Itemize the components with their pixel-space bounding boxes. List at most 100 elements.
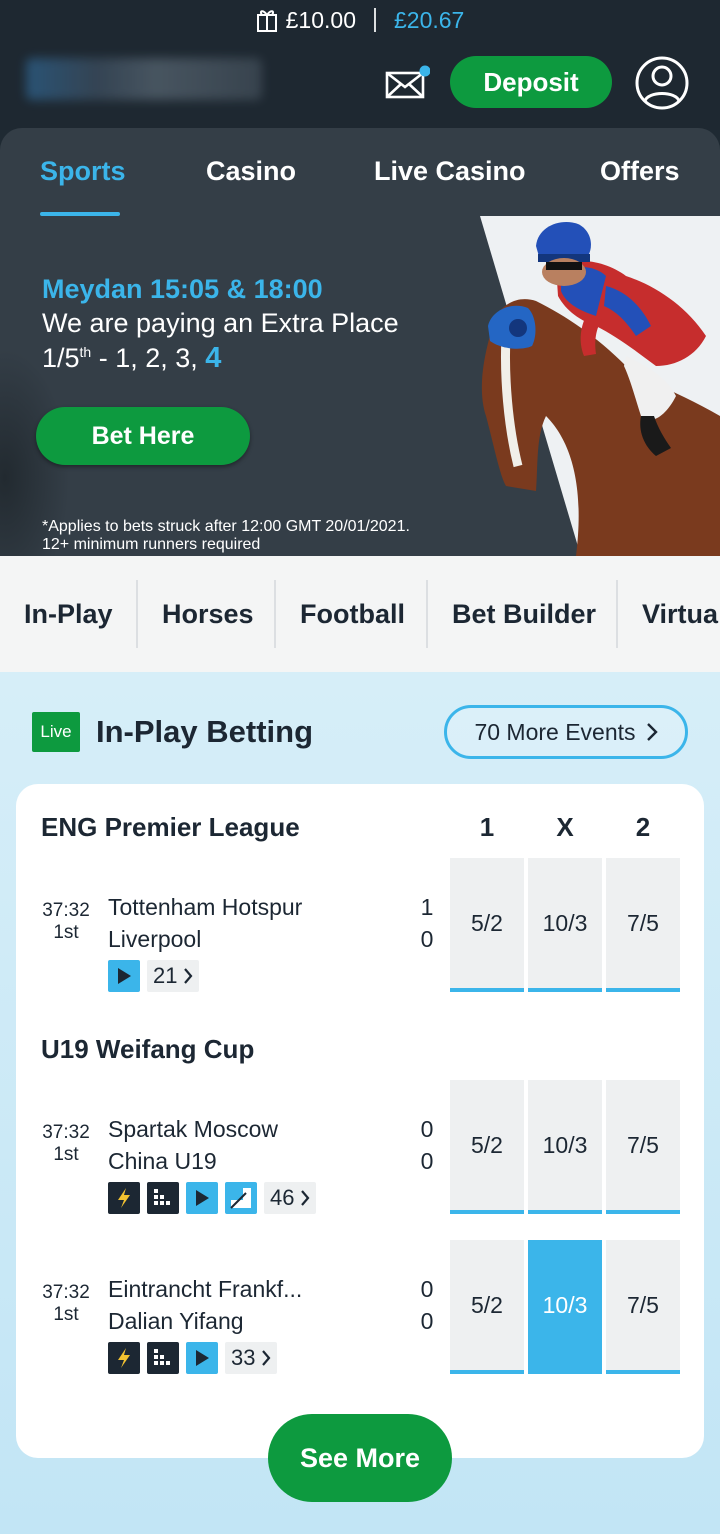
balance-divider bbox=[374, 8, 376, 32]
odds-button-away[interactable]: 7/5 bbox=[606, 1080, 680, 1214]
home-score: 0 bbox=[420, 1276, 434, 1302]
chevron-right-icon bbox=[262, 1350, 271, 1366]
league-title: U19 Weifang Cup bbox=[41, 1034, 255, 1064]
sport-tab-virtuals[interactable]: Virtua bbox=[642, 556, 718, 672]
tab-sports[interactable]: Sports bbox=[40, 156, 126, 187]
match-row[interactable]: 37:32 1st Spartak Moscow China U19 0 0 4… bbox=[16, 1080, 704, 1214]
mail-icon[interactable] bbox=[384, 64, 430, 100]
chevron-right-icon bbox=[301, 1190, 310, 1206]
active-tab-indicator bbox=[40, 212, 120, 216]
odds-button-draw[interactable]: 10/3 bbox=[528, 858, 602, 992]
away-team: Dalian Yifang bbox=[108, 1308, 244, 1334]
in-play-section: Live In-Play Betting 70 More Events ENG … bbox=[0, 672, 720, 1534]
chevron-right-icon bbox=[184, 968, 193, 984]
home-score: 1 bbox=[420, 894, 434, 920]
match-clock: 37:32 1st bbox=[38, 1282, 94, 1326]
away-score: 0 bbox=[420, 926, 434, 952]
account-icon[interactable] bbox=[634, 55, 690, 111]
match-time: 37:32 bbox=[42, 900, 90, 921]
match-clock: 37:32 1st bbox=[38, 1122, 94, 1166]
promo-hero: Sports Casino Live Casino Offers Meydan … bbox=[0, 128, 720, 556]
balance-bar[interactable]: £10.00 £20.67 bbox=[0, 4, 720, 36]
match-time: 37:32 bbox=[42, 1122, 90, 1143]
odds-button-draw-selected[interactable]: 10/3 bbox=[528, 1240, 602, 1374]
promo-title: Meydan 15:05 & 18:00 bbox=[42, 274, 323, 304]
match-feature-icons: 33 bbox=[108, 1342, 278, 1374]
total-balance-value: £20.67 bbox=[394, 6, 465, 33]
sport-tab-horses[interactable]: Horses bbox=[162, 556, 254, 672]
match-row[interactable]: 37:32 1st Eintrancht Frankf... Dalian Yi… bbox=[16, 1240, 704, 1374]
match-tracker-icon[interactable] bbox=[225, 1182, 257, 1214]
disclaimer-line-2: 12+ minimum runners required bbox=[42, 536, 261, 553]
see-more-button[interactable]: See More bbox=[268, 1414, 452, 1502]
chevron-right-icon bbox=[646, 723, 658, 741]
deposit-button[interactable]: Deposit bbox=[450, 56, 612, 108]
sport-tab-divider bbox=[274, 580, 276, 648]
match-row[interactable]: 37:32 1st Tottenham Hotspur Liverpool 1 … bbox=[16, 858, 704, 992]
odds-button-home[interactable]: 5/2 bbox=[450, 858, 524, 992]
match-feature-icons: 46 bbox=[108, 1182, 317, 1214]
top-header: £10.00 £20.67 Deposit bbox=[0, 0, 720, 130]
promo-disclaimer: *Applies to bets struck after 12:00 GMT … bbox=[42, 518, 410, 554]
lightning-icon[interactable] bbox=[108, 1342, 140, 1374]
promo-subtitle: We are paying an Extra Place bbox=[42, 308, 399, 338]
main-nav: Sports Casino Live Casino Offers bbox=[0, 128, 720, 216]
place-terms-suffix: th bbox=[79, 344, 92, 360]
odds-button-away[interactable]: 7/5 bbox=[606, 1240, 680, 1374]
play-stream-icon[interactable] bbox=[186, 1342, 218, 1374]
sport-tab-football[interactable]: Football bbox=[300, 556, 405, 672]
in-play-title: In-Play Betting bbox=[96, 714, 314, 749]
tab-casino[interactable]: Casino bbox=[206, 156, 296, 187]
wallet-gift-icon bbox=[256, 10, 277, 32]
tab-live-casino[interactable]: Live Casino bbox=[374, 156, 526, 187]
sport-tab-bet-builder[interactable]: Bet Builder bbox=[452, 556, 596, 672]
home-team: Spartak Moscow bbox=[108, 1116, 279, 1142]
match-time: 37:32 bbox=[42, 1282, 90, 1303]
match-clock: 37:32 1st bbox=[38, 900, 94, 944]
odds-button-home[interactable]: 5/2 bbox=[450, 1240, 524, 1374]
markets-count: 46 bbox=[270, 1185, 295, 1210]
markets-count: 21 bbox=[153, 963, 178, 988]
column-header-home: 1 bbox=[479, 812, 495, 842]
league-title: ENG Premier League bbox=[41, 812, 300, 842]
away-team: Liverpool bbox=[108, 926, 202, 952]
promo-place-terms: 1/5th - 1, 2, 3, 4 bbox=[42, 342, 221, 375]
brand-logo[interactable] bbox=[26, 58, 262, 100]
bet-here-button[interactable]: Bet Here bbox=[36, 407, 250, 465]
match-feature-icons: 21 bbox=[108, 960, 200, 992]
tab-offers[interactable]: Offers bbox=[600, 156, 680, 187]
match-period: 1st bbox=[53, 1144, 79, 1165]
stats-icon[interactable] bbox=[147, 1182, 179, 1214]
match-period: 1st bbox=[53, 922, 79, 943]
play-stream-icon[interactable] bbox=[108, 960, 140, 992]
in-play-card: ENG Premier League 1 X 2 37:32 1st Totte… bbox=[16, 784, 704, 1458]
odds-button-home[interactable]: 5/2 bbox=[450, 1080, 524, 1214]
play-stream-icon[interactable] bbox=[186, 1182, 218, 1214]
place-terms-fraction: 1/5 bbox=[42, 343, 80, 373]
markets-count-button[interactable]: 46 bbox=[264, 1182, 317, 1214]
column-header-draw: X bbox=[556, 812, 574, 842]
lightning-icon[interactable] bbox=[108, 1182, 140, 1214]
jockey-horse-image bbox=[481, 222, 720, 556]
place-terms-extra: 4 bbox=[205, 342, 222, 374]
cash-balance-value: £10.00 bbox=[285, 6, 356, 33]
sport-tab-divider bbox=[426, 580, 428, 648]
sport-tab-in-play[interactable]: In-Play bbox=[24, 556, 113, 672]
sport-quick-links: In-Play Horses Football Bet Builder Virt… bbox=[0, 556, 720, 672]
disclaimer-line-1: *Applies to bets struck after 12:00 GMT … bbox=[42, 518, 410, 535]
away-score: 0 bbox=[420, 1308, 434, 1334]
odds-button-draw[interactable]: 10/3 bbox=[528, 1080, 602, 1214]
markets-count: 33 bbox=[231, 1345, 256, 1370]
odds-button-away[interactable]: 7/5 bbox=[606, 858, 680, 992]
column-header-away: 2 bbox=[635, 812, 651, 842]
markets-count-button[interactable]: 21 bbox=[147, 960, 200, 992]
home-team: Eintrancht Frankf... bbox=[108, 1276, 303, 1302]
markets-count-button[interactable]: 33 bbox=[225, 1342, 278, 1374]
stats-icon[interactable] bbox=[147, 1342, 179, 1374]
home-score: 0 bbox=[420, 1116, 434, 1142]
live-badge: Live bbox=[32, 712, 80, 752]
more-events-label: 70 More Events bbox=[474, 718, 636, 745]
sport-tab-divider bbox=[136, 580, 138, 648]
more-events-button[interactable]: 70 More Events bbox=[444, 705, 688, 759]
place-terms-places: - 1, 2, 3, bbox=[91, 343, 206, 373]
